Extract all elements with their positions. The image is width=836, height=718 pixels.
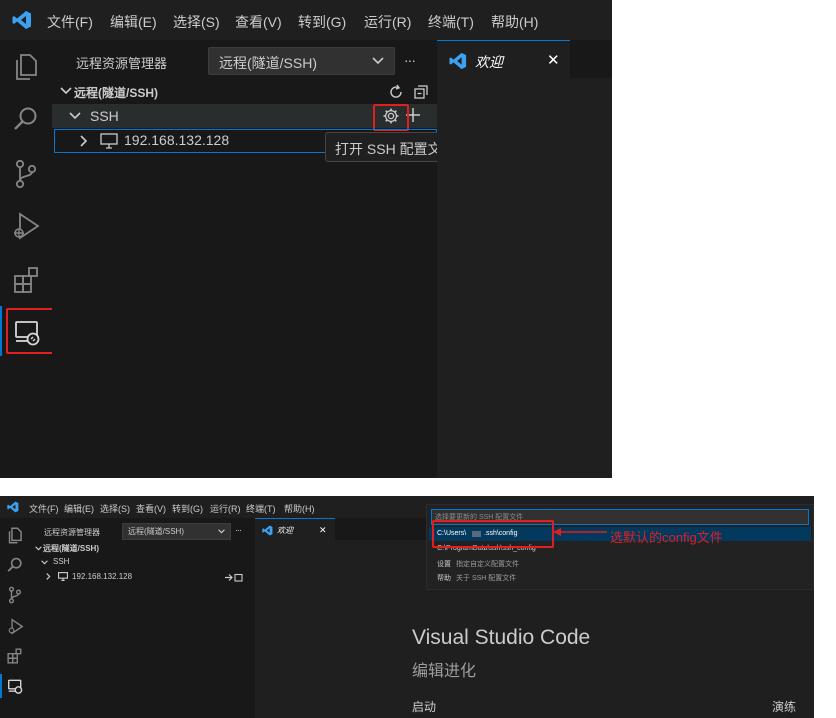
menu-go[interactable]: 转到(G) bbox=[298, 12, 346, 32]
host-label: 192.168.132.128 bbox=[124, 132, 230, 148]
welcome-title: Visual Studio Code bbox=[412, 626, 591, 649]
annotation-text: 选默认的config文件 bbox=[610, 530, 723, 545]
menu-bar: 文件(F) 编辑(E) 选择(S) 查看(V) 转到(G) 运行(R) 终端(T… bbox=[0, 0, 612, 40]
activity-bar bbox=[0, 40, 55, 478]
chevron-down-icon bbox=[69, 112, 81, 120]
source-control-icon[interactable] bbox=[7, 586, 23, 604]
gear-highlight bbox=[373, 104, 409, 131]
config-highlight bbox=[432, 520, 554, 548]
vscode-logo-icon bbox=[262, 525, 273, 536]
annotation-arrow bbox=[552, 527, 608, 537]
menu-terminal[interactable]: 终端(T) bbox=[246, 502, 276, 515]
quick-pick-item-label: 帮助 bbox=[437, 575, 451, 582]
menu-view[interactable]: 查看(V) bbox=[136, 502, 166, 515]
run-debug-icon[interactable] bbox=[10, 210, 42, 242]
menu-view[interactable]: 查看(V) bbox=[235, 12, 282, 32]
menu-selection[interactable]: 选择(S) bbox=[173, 12, 220, 32]
vscode-logo-icon bbox=[7, 501, 19, 513]
tab-welcome[interactable]: 欢迎 ✕ bbox=[437, 40, 570, 80]
remote-select-value: 远程(隧道/SSH) bbox=[128, 527, 184, 536]
chevron-down-icon bbox=[60, 87, 72, 95]
refresh-icon[interactable] bbox=[388, 84, 404, 100]
tab-label: 欢迎 bbox=[475, 54, 503, 70]
explorer-icon[interactable] bbox=[12, 52, 40, 82]
menu-run[interactable]: 运行(R) bbox=[210, 502, 241, 515]
source-control-icon[interactable] bbox=[12, 158, 40, 190]
active-indicator bbox=[0, 306, 2, 356]
chevron-down-icon bbox=[372, 57, 384, 65]
explorer-icon[interactable] bbox=[7, 526, 23, 544]
extensions-icon[interactable] bbox=[12, 264, 42, 296]
start-heading: 启动 bbox=[412, 700, 437, 714]
monitor-icon bbox=[100, 133, 118, 149]
menu-go[interactable]: 转到(G) bbox=[172, 502, 203, 515]
active-indicator bbox=[0, 674, 2, 698]
quick-pick-item-settings[interactable]: 设置 指定自定义配置文件 bbox=[429, 556, 811, 570]
chevron-down-icon bbox=[41, 560, 48, 565]
tab-welcome[interactable]: 欢迎 ✕ bbox=[255, 518, 335, 541]
menu-help[interactable]: 帮助(H) bbox=[284, 502, 315, 515]
chevron-right-icon bbox=[80, 135, 88, 147]
run-debug-icon[interactable] bbox=[6, 617, 24, 635]
sidebar-title: 远程资源管理器 bbox=[44, 528, 100, 537]
remote-select-value: 远程(隧道/SSH) bbox=[219, 55, 317, 71]
menu-edit[interactable]: 编辑(E) bbox=[110, 12, 157, 32]
vscode-logo-icon bbox=[12, 10, 32, 30]
ssh-group-label: SSH bbox=[90, 108, 119, 124]
chevron-down-icon bbox=[35, 546, 42, 551]
host-row[interactable]: 192.168.132.128 bbox=[30, 570, 255, 584]
sidebar-title: 远程资源管理器 bbox=[76, 56, 168, 71]
search-icon[interactable] bbox=[12, 104, 40, 134]
editor-area: 欢迎 ✕ bbox=[437, 40, 612, 478]
bottom-screenshot: 文件(F) 编辑(E) 选择(S) 查看(V) 转到(G) 运行(R) 终端(T… bbox=[0, 496, 814, 718]
search-icon[interactable] bbox=[7, 556, 23, 574]
chevron-down-icon bbox=[218, 529, 225, 534]
menu-run[interactable]: 运行(R) bbox=[364, 12, 411, 32]
remote-explorer-sidebar: 远程资源管理器 远程(隧道/SSH) ··· 远程(隧道/SSH) SSH 19… bbox=[30, 518, 255, 718]
quick-pick-item-help[interactable]: 帮助 关于 SSH 配置文件 bbox=[429, 570, 811, 584]
vscode-logo-icon bbox=[449, 52, 467, 70]
chevron-right-icon bbox=[46, 573, 51, 580]
menu-selection[interactable]: 选择(S) bbox=[100, 502, 130, 515]
remote-select[interactable]: 远程(隧道/SSH) bbox=[208, 47, 395, 75]
close-icon[interactable]: ✕ bbox=[319, 525, 327, 536]
activity-bar bbox=[0, 518, 30, 718]
tab-label: 欢迎 bbox=[277, 526, 293, 535]
top-screenshot: 文件(F) 编辑(E) 选择(S) 查看(V) 转到(G) 运行(R) 终端(T… bbox=[0, 0, 612, 478]
walkthrough-heading: 演练 bbox=[772, 700, 797, 714]
more-actions-button[interactable]: ··· bbox=[235, 525, 242, 535]
remote-explorer-icon[interactable] bbox=[7, 677, 23, 695]
menu-terminal[interactable]: 终端(T) bbox=[428, 12, 474, 32]
more-actions-button[interactable]: ··· bbox=[404, 52, 416, 68]
remote-select[interactable]: 远程(隧道/SSH) bbox=[122, 523, 231, 540]
quick-pick-item-desc: 指定自定义配置文件 bbox=[456, 561, 519, 568]
section-header[interactable]: 远程(隧道/SSH) bbox=[52, 81, 437, 103]
section-title[interactable]: 远程(隧道/SSH) bbox=[43, 543, 99, 554]
monitor-icon bbox=[58, 572, 68, 581]
welcome-subtitle: 编辑进化 bbox=[412, 663, 477, 680]
menu-file[interactable]: 文件(F) bbox=[29, 502, 59, 515]
close-icon[interactable]: ✕ bbox=[547, 51, 560, 69]
menu-file[interactable]: 文件(F) bbox=[47, 12, 93, 32]
ssh-group-label[interactable]: SSH bbox=[53, 557, 69, 566]
extensions-icon[interactable] bbox=[7, 647, 23, 665]
remote-explorer-sidebar: 远程资源管理器 远程(隧道/SSH) ··· 远程(隧道/SSH) SSH 19… bbox=[52, 40, 461, 478]
collapse-all-icon[interactable] bbox=[413, 84, 429, 100]
quick-pick-item-desc: 关于 SSH 配置文件 bbox=[456, 575, 517, 582]
quick-pick-item-label: 设置 bbox=[437, 561, 451, 568]
section-title: 远程(隧道/SSH) bbox=[74, 86, 159, 100]
host-label: 192.168.132.128 bbox=[72, 572, 133, 581]
remote-explorer-highlight bbox=[6, 308, 55, 354]
menu-help[interactable]: 帮助(H) bbox=[491, 12, 538, 32]
menu-edit[interactable]: 编辑(E) bbox=[64, 502, 94, 515]
connect-in-window-icon[interactable] bbox=[224, 573, 244, 582]
